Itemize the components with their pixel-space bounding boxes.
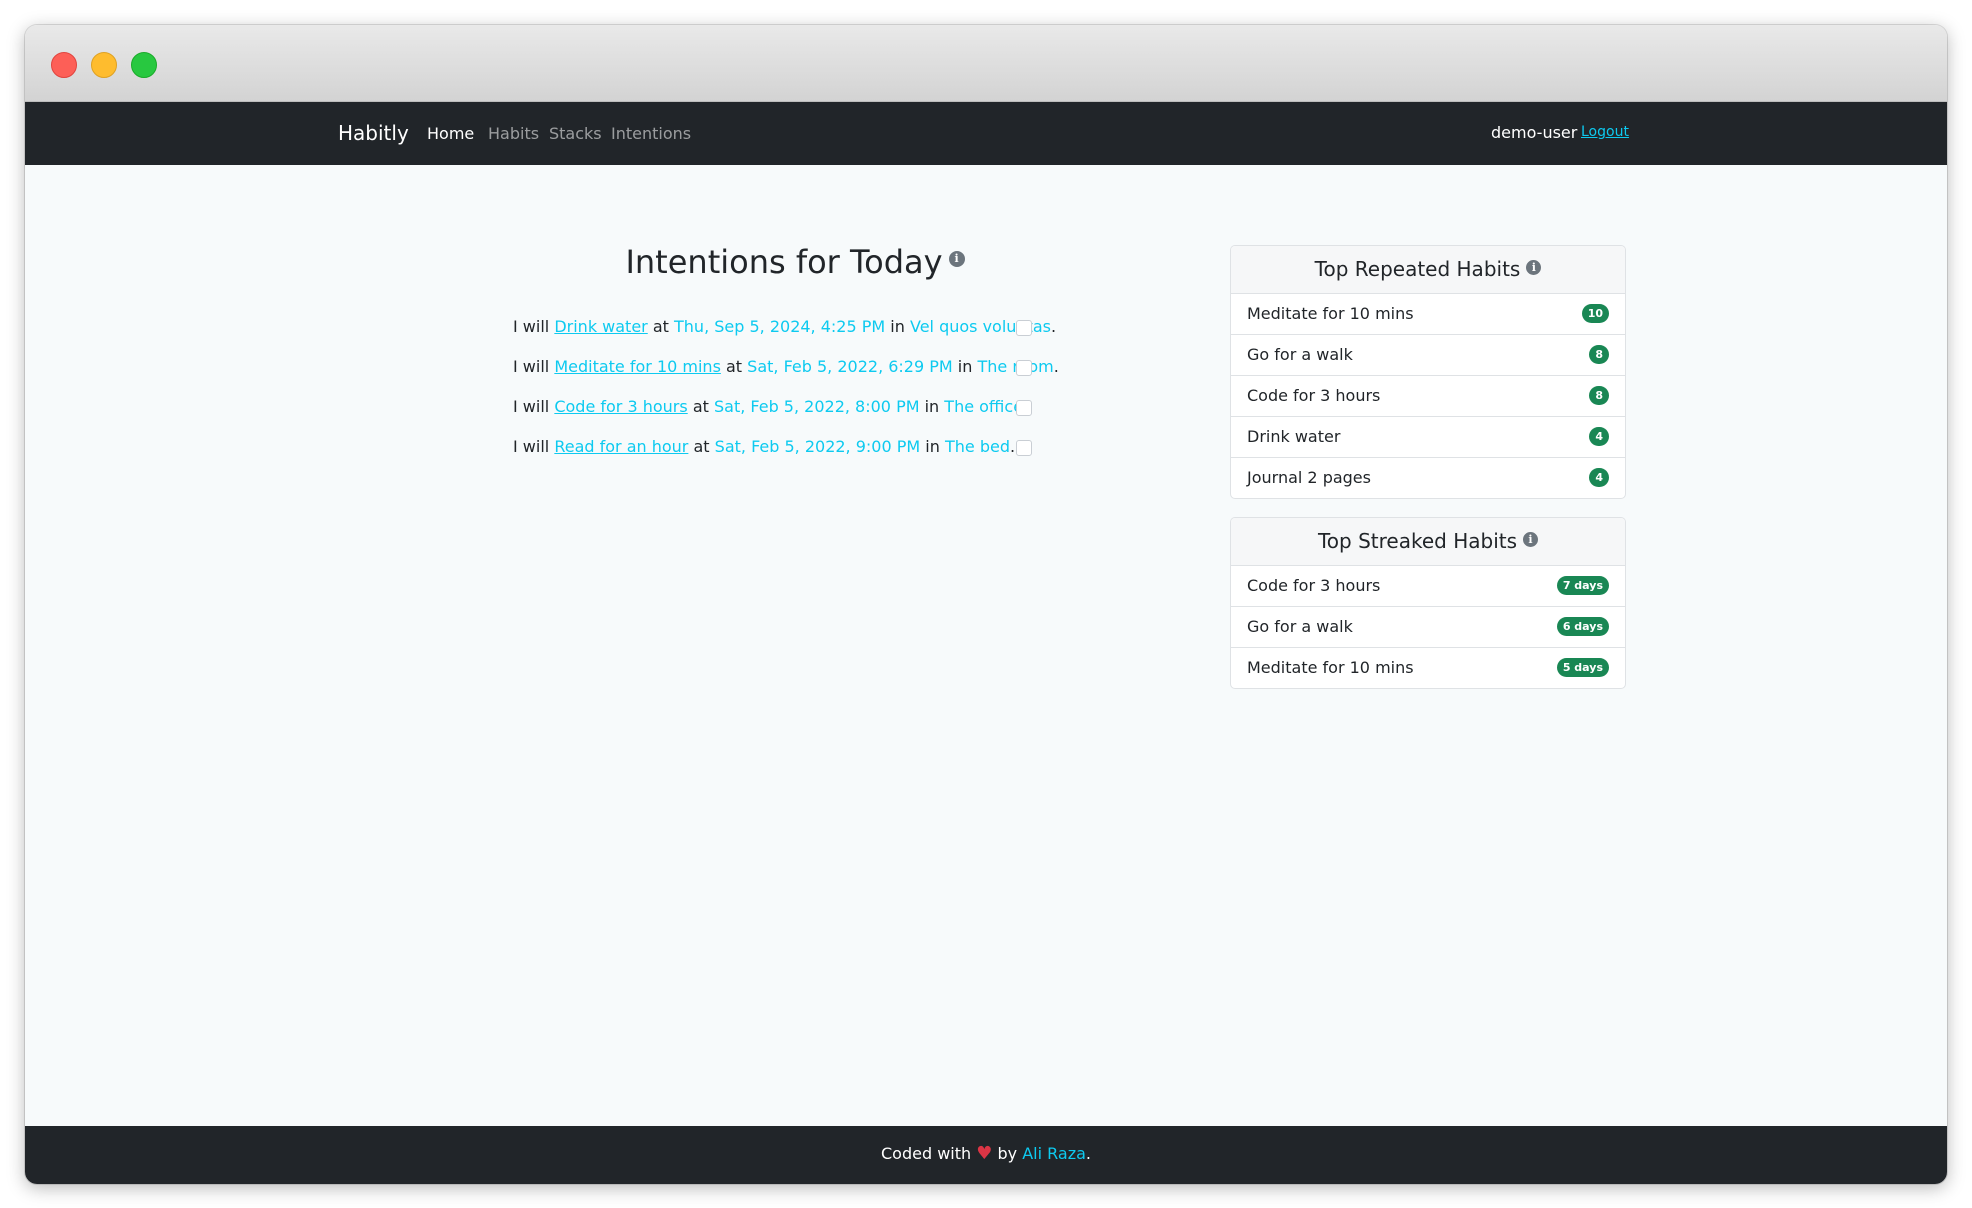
intention-time: Thu, Sep 5, 2024, 4:25 PM (674, 317, 886, 336)
habit-name: Meditate for 10 mins (1247, 304, 1414, 323)
brand-logo[interactable]: Habitly (338, 102, 409, 165)
intention-at: at (652, 317, 669, 336)
intention-location: The bed (944, 437, 1010, 456)
intention-habit-link[interactable]: Meditate for 10 mins (554, 357, 721, 376)
streak-badge: 7 days (1556, 576, 1609, 595)
logout-link[interactable]: Logout (1581, 102, 1629, 165)
info-icon[interactable]: i (1526, 260, 1542, 275)
list-item: Code for 3 hours 8 (1231, 376, 1625, 417)
list-item: Meditate for 10 mins 10 (1231, 294, 1625, 335)
heart-icon: ♥ (976, 1143, 993, 1164)
intention-time: Sat, Feb 5, 2022, 9:00 PM (714, 437, 921, 456)
intention-item: I will Meditate for 10 mins at Sat, Feb … (513, 355, 1059, 379)
count-badge: 4 (1589, 427, 1609, 446)
footer-text: Coded with (881, 1144, 972, 1163)
intention-habit-link[interactable]: Drink water (554, 317, 647, 336)
window-titlebar (25, 25, 1947, 102)
habit-name: Go for a walk (1247, 617, 1353, 636)
intention-time: Sat, Feb 5, 2022, 8:00 PM (713, 397, 920, 416)
list-item: Journal 2 pages 4 (1231, 458, 1625, 498)
intention-location: The office (944, 397, 1024, 416)
list-item: Meditate for 10 mins 5 days (1231, 648, 1625, 688)
intention-item: I will Drink water at Thu, Sep 5, 2024, … (513, 315, 1056, 339)
nav-habits[interactable]: Habits (488, 102, 539, 165)
intention-prefix: I will (513, 357, 550, 376)
author-link[interactable]: Ali Raza (1022, 1144, 1086, 1163)
top-navbar: Habitly Home Habits Stacks Intentions de… (25, 102, 1947, 165)
info-icon[interactable]: i (948, 251, 965, 267)
intention-item: I will Code for 3 hours at Sat, Feb 5, 2… (513, 395, 1028, 419)
intention-at: at (693, 437, 710, 456)
footer-by: by (997, 1144, 1018, 1163)
browser-window: Habitly Home Habits Stacks Intentions de… (25, 25, 1947, 1184)
maximize-window-button[interactable] (131, 52, 157, 78)
page-footer: Coded with ♥ by Ali Raza. (25, 1126, 1947, 1184)
page-title: Intentions for Today i (535, 243, 1055, 281)
count-badge: 8 (1589, 345, 1609, 364)
habit-name: Code for 3 hours (1247, 576, 1381, 595)
list-item: Code for 3 hours 7 days (1231, 566, 1625, 607)
page-title-text: Intentions for Today (625, 243, 943, 281)
nav-home[interactable]: Home (427, 102, 474, 165)
intention-in: in (957, 357, 973, 376)
top-streaked-habits-card: Top Streaked Habits i Code for 3 hours 7 d… (1230, 517, 1626, 689)
top-repeated-habits-card: Top Repeated Habits i Meditate for 10 min… (1230, 245, 1626, 499)
intention-checkbox[interactable] (1016, 400, 1032, 416)
habit-name: Drink water (1247, 427, 1341, 446)
list-item: Go for a walk 8 (1231, 335, 1625, 376)
card-title: Top Repeated Habits (1314, 257, 1521, 281)
intention-time: Sat, Feb 5, 2022, 6:29 PM (747, 357, 953, 376)
nav-intentions[interactable]: Intentions (611, 102, 691, 165)
intention-period: . (1053, 357, 1059, 376)
intention-checkbox[interactable] (1016, 360, 1032, 376)
intention-checkbox[interactable] (1016, 320, 1032, 336)
card-title: Top Streaked Habits (1317, 529, 1518, 553)
list-item: Drink water 4 (1231, 417, 1625, 458)
intention-at: at (726, 357, 743, 376)
intention-prefix: I will (513, 317, 550, 336)
count-badge: 8 (1589, 386, 1609, 405)
close-window-button[interactable] (51, 52, 77, 78)
streak-badge: 5 days (1556, 658, 1609, 677)
minimize-window-button[interactable] (91, 52, 117, 78)
intention-checkbox[interactable] (1016, 440, 1032, 456)
intention-habit-link[interactable]: Code for 3 hours (554, 397, 687, 416)
streak-badge: 6 days (1556, 617, 1609, 636)
intention-prefix: I will (513, 437, 550, 456)
habit-name: Go for a walk (1247, 345, 1353, 364)
count-badge: 10 (1581, 304, 1609, 323)
intention-in: in (925, 437, 940, 456)
intention-at: at (692, 397, 709, 416)
habit-name: Meditate for 10 mins (1247, 658, 1414, 677)
username: demo-user (1491, 123, 1578, 142)
count-badge: 4 (1589, 468, 1609, 487)
intention-in: in (924, 397, 940, 416)
info-icon[interactable]: i (1523, 532, 1539, 547)
intention-period: . (1050, 317, 1057, 336)
intention-in: in (890, 317, 905, 336)
card-header: Top Repeated Habits i (1231, 246, 1625, 294)
intention-habit-link[interactable]: Read for an hour (554, 437, 688, 456)
card-header: Top Streaked Habits i (1231, 518, 1625, 566)
intention-period: . (1009, 437, 1016, 456)
footer-period: . (1085, 1144, 1091, 1163)
intention-item: I will Read for an hour at Sat, Feb 5, 2… (513, 435, 1015, 459)
intention-prefix: I will (513, 397, 550, 416)
habit-name: Code for 3 hours (1247, 386, 1381, 405)
list-item: Go for a walk 6 days (1231, 607, 1625, 648)
habit-name: Journal 2 pages (1247, 468, 1371, 487)
nav-stacks[interactable]: Stacks (549, 102, 602, 165)
